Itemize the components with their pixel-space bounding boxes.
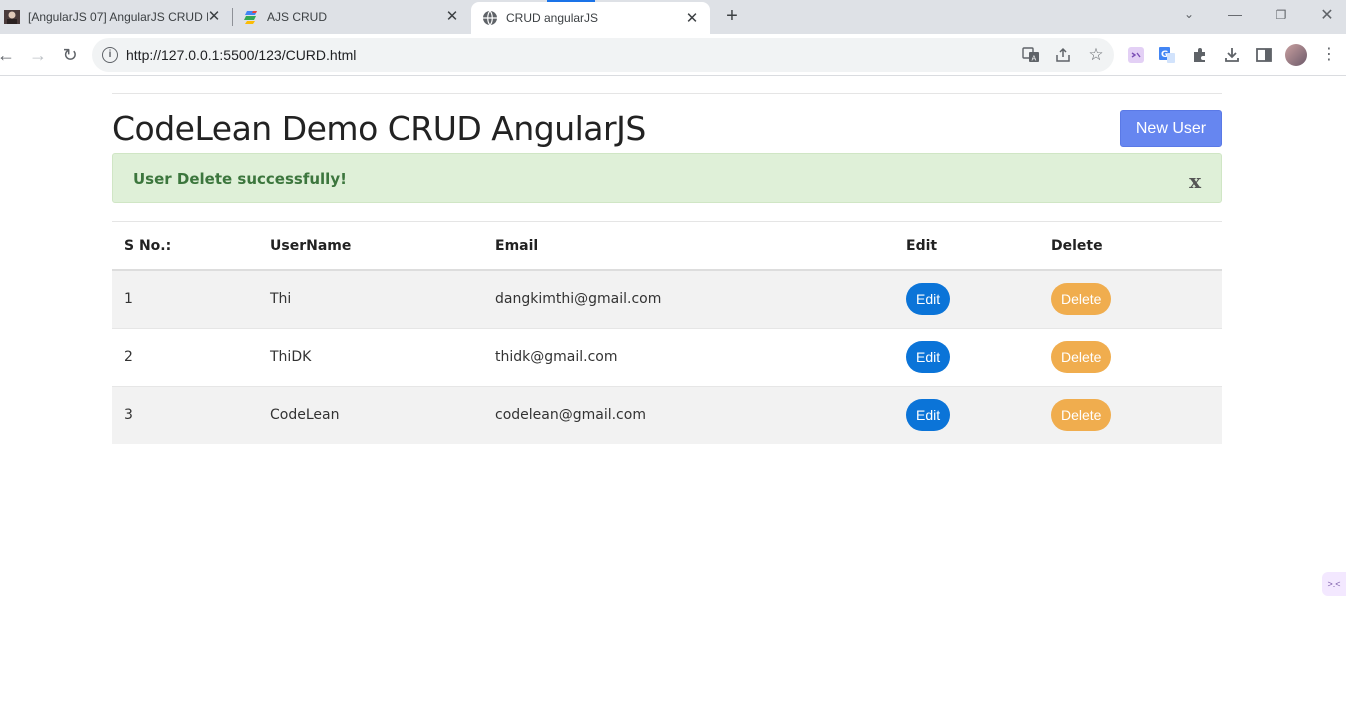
users-table: S No.: UserName Email Edit Delete 1 Thi … (112, 222, 1222, 444)
url-text[interactable]: http://127.0.0.1:5500/123/CURD.html (126, 47, 356, 63)
success-alert: User Delete successfully! x (112, 153, 1222, 203)
browser-tab-strip: [AngularJS 07] AngularJS CRUD N ✕ AJS CR… (0, 0, 1346, 34)
extension-purple-icon[interactable] (1127, 46, 1145, 64)
extensions-puzzle-icon[interactable] (1191, 46, 1209, 64)
cell-edit: Edit (894, 386, 1039, 444)
ajs-logo-icon (244, 11, 257, 24)
cell-delete: Delete (1039, 386, 1222, 444)
table-row: 1 Thi dangkimthi@gmail.com Edit Delete (112, 270, 1222, 328)
column-header-delete: Delete (1039, 222, 1222, 271)
column-header-edit: Edit (894, 222, 1039, 271)
delete-button[interactable]: Delete (1051, 399, 1112, 432)
cell-email: thidk@gmail.com (483, 327, 894, 387)
new-tab-button[interactable]: + (722, 6, 742, 26)
tab-search-icon[interactable]: ⌄ (1179, 7, 1199, 21)
video-thumbnail-icon (4, 10, 20, 24)
cell-username: CodeLean (258, 386, 483, 444)
column-header-email: Email (483, 222, 894, 271)
address-bar[interactable]: i http://127.0.0.1:5500/123/CURD.html A … (92, 38, 1114, 72)
column-header-username: UserName (258, 222, 483, 271)
close-tab-icon[interactable]: ✕ (684, 11, 700, 27)
column-header-sno: S No.: (112, 222, 258, 271)
cell-edit: Edit (894, 327, 1039, 387)
table-row: 3 CodeLean codelean@gmail.com Edit Delet… (112, 386, 1222, 444)
cell-sno: 2 (112, 327, 258, 387)
new-user-button[interactable]: New User (1120, 110, 1222, 147)
close-tab-icon[interactable]: ✕ (206, 9, 222, 25)
cell-sno: 1 (112, 270, 258, 328)
cell-email: dangkimthi@gmail.com (483, 270, 894, 328)
back-icon[interactable]: ← (0, 45, 16, 65)
table-row: 2 ThiDK thidk@gmail.com Edit Delete (112, 327, 1222, 387)
cell-delete: Delete (1039, 327, 1222, 387)
globe-icon (483, 10, 497, 26)
divider (112, 93, 1222, 94)
translate-icon[interactable]: A (1022, 46, 1040, 64)
share-icon[interactable] (1054, 46, 1072, 64)
floating-extension-icon[interactable]: >.< (1322, 572, 1346, 596)
minimize-icon[interactable]: — (1225, 6, 1245, 22)
site-info-icon[interactable]: i (102, 47, 118, 63)
alert-message: User Delete successfully! (133, 170, 347, 188)
reload-icon[interactable]: ↻ (60, 45, 80, 65)
tab-angularjs-07[interactable]: [AngularJS 07] AngularJS CRUD N ✕ (0, 0, 232, 34)
edit-button[interactable]: Edit (906, 399, 951, 432)
cell-email: codelean@gmail.com (483, 386, 894, 444)
cell-username: Thi (258, 270, 483, 328)
edit-button[interactable]: Edit (906, 341, 951, 373)
forward-icon[interactable]: → (28, 45, 48, 65)
edit-button[interactable]: Edit (906, 283, 951, 316)
side-panel-icon[interactable] (1255, 46, 1273, 64)
delete-button[interactable]: Delete (1051, 283, 1112, 316)
browser-toolbar: ← → ↻ i http://127.0.0.1:5500/123/CURD.h… (0, 34, 1346, 76)
page-title: CodeLean Demo CRUD AngularJS (112, 109, 646, 148)
tab-title: [AngularJS 07] AngularJS CRUD N (28, 10, 208, 24)
table-header-row: S No.: UserName Email Edit Delete (112, 222, 1222, 271)
cell-delete: Delete (1039, 270, 1222, 328)
bookmark-star-icon[interactable]: ☆ (1087, 46, 1105, 64)
restore-icon[interactable]: ❐ (1271, 8, 1291, 22)
menu-kebab-icon[interactable]: ⋮ (1320, 46, 1338, 64)
cell-sno: 3 (112, 386, 258, 444)
tab-crud-angularjs[interactable]: CRUD angularJS ✕ (471, 2, 710, 34)
alert-close-button[interactable]: x (1189, 169, 1201, 193)
profile-avatar[interactable] (1285, 44, 1307, 66)
download-icon[interactable] (1223, 46, 1241, 64)
web-page: CodeLean Demo CRUD AngularJS New User Us… (0, 77, 1346, 727)
close-tab-icon[interactable]: ✕ (444, 9, 460, 25)
cell-edit: Edit (894, 270, 1039, 328)
delete-button[interactable]: Delete (1051, 341, 1112, 373)
tab-title: CRUD angularJS (506, 11, 599, 25)
tab-separator (232, 8, 233, 26)
tab-title: AJS CRUD (267, 10, 328, 24)
cell-username: ThiDK (258, 327, 483, 387)
close-window-icon[interactable]: ✕ (1317, 5, 1337, 25)
svg-text:A: A (1032, 55, 1037, 63)
google-translate-icon[interactable]: G (1158, 46, 1176, 64)
tab-ajs-crud[interactable]: AJS CRUD ✕ (238, 0, 470, 34)
